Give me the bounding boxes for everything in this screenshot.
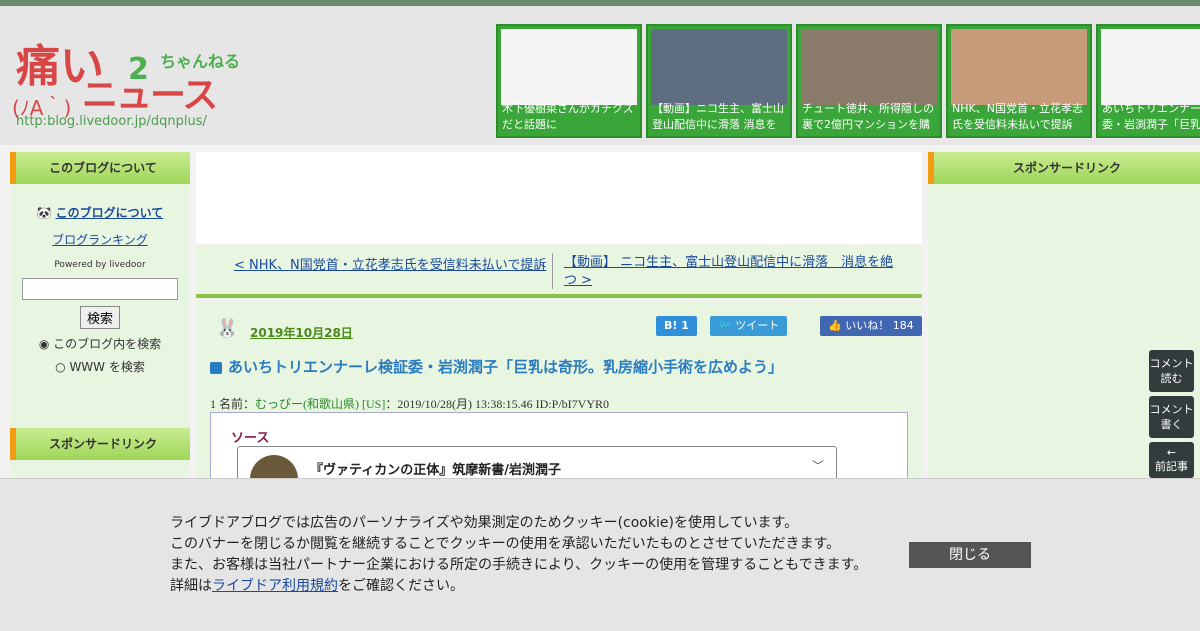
cookie-line: ライブドアブログでは広告のパーソナライズや効果測定のためクッキー(cookie)… [170, 515, 799, 531]
search-input[interactable] [22, 278, 178, 300]
arrow-left-icon: ← [1166, 446, 1177, 459]
nav-divider [552, 253, 553, 289]
cookie-line: このバナーを閉じるか閲覧を継続することでクッキーの使用を承認いただいたものとさせ… [170, 536, 841, 552]
write-comment-label: コメント書く [1149, 403, 1194, 431]
sidebar-title: このブログについて [10, 152, 190, 184]
tweet-label: ツイート [735, 319, 780, 332]
thumb-caption: 木下優樹菜さんがガチクズだと話題に [502, 102, 634, 131]
facebook-like-button[interactable]: 👍 いいね！ 184 [820, 316, 922, 336]
read-comments-button[interactable]: コメント読む [1149, 350, 1194, 392]
powered-by-livedoor[interactable]: Powered by livedoor [10, 260, 190, 270]
prev-article-link[interactable]: < NHK、N国党首・立花孝志氏を受信料未払いで提訴 [234, 254, 546, 273]
featured-thumb[interactable]: チュート徳井、所得隠しの裏で2億円マンションを購 [796, 24, 942, 138]
thumb-caption: あいちトリエンナーレ検証委・岩渕潤子「巨乳 [1102, 102, 1200, 131]
mascot-icon: 🐼 [36, 206, 52, 220]
article: 🐰 2019年10月28日 B! 1 🐦 ツイート 👍 いいね！ 184 あいち… [196, 302, 922, 503]
featured-thumb[interactable]: NHK、N国党首・立花孝志氏を受信料未払いで提訴 [946, 24, 1092, 138]
read-comments-label: コメント読む [1149, 357, 1194, 385]
ad-space [196, 152, 922, 244]
post-number: 1 名前： [210, 397, 256, 411]
thumb-image [951, 29, 1087, 105]
source-box: ソース 『ヴァティカンの正体』筑摩新書/岩渕潤子 ﹀ [210, 412, 908, 503]
cookie-suffix: をご確認ください。 [338, 578, 464, 594]
twitter-icon: 🐦 [718, 319, 736, 332]
thumb-image [1101, 29, 1200, 105]
cookie-line: 詳細はライブドア利用規約をご確認ください。 [170, 576, 867, 597]
article-date[interactable]: 2019年10月28日 [250, 324, 353, 341]
poster-name: むっぴー(和歌山県) [US] [255, 397, 386, 411]
article-icon [210, 361, 222, 374]
left-sponsor-section: スポンサードリンク [10, 428, 190, 460]
chevron-down-icon[interactable]: ﹀ [812, 457, 824, 474]
tweet-button[interactable]: 🐦 ツイート [710, 316, 788, 336]
post-meta: 1 名前：むっぴー(和歌山県) [US]：2019/10/28(月) 13:38… [210, 395, 609, 412]
cookie-text: ライブドアブログでは広告のパーソナライズや効果測定のためクッキー(cookie)… [170, 513, 867, 597]
write-comment-button[interactable]: コメント書く [1149, 396, 1194, 438]
sidebar-title: スポンサードリンク [928, 152, 1200, 184]
thumb-caption: 【動画】ニコ生主、富士山登山配信中に滑落 消息を [652, 102, 784, 131]
logo-news: ニュース [82, 75, 218, 116]
next-article-link[interactable]: 【動画】 ニコ生主、富士山登山配信中に滑落 消息を絶つ > [564, 254, 894, 290]
cookie-banner: ライブドアブログでは広告のパーソナライズや効果測定のためクッキー(cookie)… [0, 478, 1200, 631]
source-label: ソース [231, 431, 270, 446]
article-title-text: あいちトリエンナーレ検証委・岩渕潤子「巨乳は奇形。乳房縮小手術を広めよう」 [228, 358, 784, 376]
article-title[interactable]: あいちトリエンナーレ検証委・岩渕潤子「巨乳は奇形。乳房縮小手術を広めよう」 [210, 356, 783, 377]
thumbs-up-icon: 👍 [828, 319, 846, 332]
site-logo[interactable]: 痛い 2 ちゃんねる (ﾉA｀) ニュース http:blog.livedoor… [10, 18, 240, 140]
prev-article-label: 前記事 [1155, 460, 1188, 473]
logo-url: http:blog.livedoor.jp/dqnplus/ [16, 114, 207, 129]
about-link[interactable]: このブログについて [56, 206, 164, 220]
terms-link[interactable]: ライブドア利用規約 [212, 578, 338, 594]
about-section: 🐼 このブログについて [10, 204, 190, 221]
sidebar-title: スポンサードリンク [10, 428, 190, 460]
featured-thumb[interactable]: 【動画】ニコ生主、富士山登山配信中に滑落 消息を [646, 24, 792, 138]
search-button[interactable]: 検索 [79, 306, 120, 329]
featured-thumbnails: 木下優樹菜さんがガチクズだと話題に 【動画】ニコ生主、富士山登山配信中に滑落 消… [496, 24, 1200, 140]
hatena-bookmark-button[interactable]: B! 1 [656, 316, 697, 336]
prev-article-button[interactable]: ← 前記事 [1149, 442, 1194, 478]
post-timestamp: ：2019/10/28(月) 13:38:15.46 ID:P/bI7VYR0 [385, 397, 610, 411]
cookie-line: また、お客様は当社パートナー企業における所定の手続きにより、クッキーの使用を管理… [170, 557, 868, 573]
thumb-image [501, 29, 637, 105]
radio-label: WWW を検索 [69, 360, 145, 374]
radio-label: このブログ内を検索 [53, 337, 162, 351]
site-header: 痛い 2 ちゃんねる (ﾉA｀) ニュース http:blog.livedoor… [0, 0, 1200, 145]
featured-thumb[interactable]: あいちトリエンナーレ検証委・岩渕潤子「巨乳 [1096, 24, 1200, 138]
embed-title: 『ヴァティカンの正体』筑摩新書/岩渕潤子 [310, 463, 561, 478]
ranking-link[interactable]: ブログランキング [52, 233, 148, 247]
left-sidebar: このブログについて 🐼 このブログについて ブログランキング Powered b… [10, 152, 190, 482]
cookie-close-button[interactable]: 閉じる [909, 542, 1031, 568]
thumb-caption: NHK、N国党首・立花孝志氏を受信料未払いで提訴 [952, 102, 1083, 131]
search-scope-www[interactable]: ○ WWW を検索 [10, 358, 190, 375]
like-label: いいね！ 184 [845, 319, 914, 332]
search-scope-blog[interactable]: ◉ このブログ内を検索 [10, 335, 190, 352]
cookie-prefix: 詳細は [170, 578, 212, 594]
featured-thumb[interactable]: 木下優樹菜さんがガチクズだと話題に [496, 24, 642, 138]
thumb-caption: チュート徳井、所得隠しの裏で2億円マンションを購 [802, 102, 934, 131]
mascot-icon: 🐰 [216, 318, 239, 339]
thumb-image [801, 29, 937, 105]
article-navigation: < NHK、N国党首・立花孝志氏を受信料未払いで提訴 【動画】 ニコ生主、富士山… [196, 246, 922, 298]
thumb-image [651, 29, 787, 105]
